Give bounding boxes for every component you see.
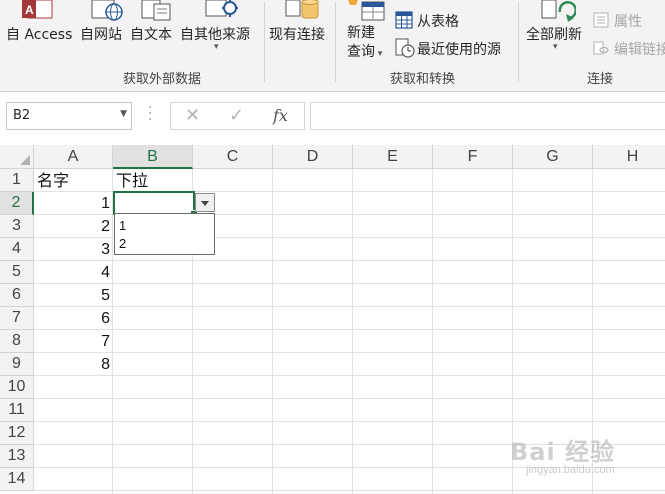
- link-icon: [593, 40, 609, 60]
- column-header-f[interactable]: F: [433, 145, 513, 169]
- baidu-watermark: Bai 经验 jingyan.baidu.com: [506, 420, 656, 490]
- column-header-b[interactable]: B: [113, 145, 193, 169]
- cell-a5[interactable]: 4: [34, 261, 113, 284]
- globe-icon: [90, 0, 126, 26]
- select-all-button[interactable]: [0, 145, 34, 169]
- ribbon-separator: [335, 2, 336, 82]
- ribbon-separator: [264, 2, 265, 82]
- dropdown-arrow-icon[interactable]: [195, 193, 215, 212]
- active-cell[interactable]: [113, 191, 198, 218]
- chevron-down-icon: ▾: [214, 42, 219, 52]
- row-header-1[interactable]: 1: [0, 169, 34, 192]
- group-label-get-external-data: 获取外部数据: [123, 72, 202, 87]
- name-box[interactable]: B2 ▼: [6, 102, 132, 130]
- row-gridline: [34, 352, 665, 353]
- row-header-13[interactable]: 13: [0, 445, 34, 468]
- row-header-11[interactable]: 11: [0, 399, 34, 422]
- row-header-9[interactable]: 9: [0, 353, 34, 376]
- edit-links-button[interactable]: 编辑链接: [614, 39, 665, 59]
- column-gridline: [272, 169, 273, 494]
- column-header-h[interactable]: H: [593, 145, 665, 169]
- properties-button[interactable]: 属性: [614, 11, 642, 31]
- cell-a3[interactable]: 2: [34, 215, 113, 238]
- cell-a4[interactable]: 3: [34, 238, 113, 261]
- cell-a8[interactable]: 7: [34, 330, 113, 353]
- existing-connections-button[interactable]: 现有连接: [269, 24, 325, 44]
- insert-function-button[interactable]: fx: [273, 106, 288, 125]
- from-web-button[interactable]: 自网站: [80, 24, 122, 44]
- formula-bar: B2 ▼ · · · ✕ ✓ fx: [0, 92, 665, 145]
- row-gridline: [34, 490, 665, 491]
- new-query-icon: [346, 0, 388, 26]
- column-header-e[interactable]: E: [353, 145, 433, 169]
- chevron-down-icon: ▾: [553, 42, 558, 52]
- from-access-button[interactable]: 自 Access: [6, 24, 72, 44]
- recent-sources-button[interactable]: 最近使用的源: [417, 39, 501, 59]
- cell-a9[interactable]: 8: [34, 353, 113, 376]
- cancel-icon[interactable]: ✕: [185, 105, 200, 126]
- from-other-sources-button[interactable]: 自其他来源: [180, 24, 250, 44]
- ribbon: A 自 Access 自网站 自文本 自其他来源 ▾ 现有连接 新建 查询 ▾ …: [0, 0, 665, 92]
- database-icon: [284, 0, 324, 26]
- row-gridline: [34, 283, 665, 284]
- name-box-value: B2: [13, 108, 31, 123]
- row-header-8[interactable]: 8: [0, 330, 34, 353]
- recent-sources-icon: [395, 38, 415, 62]
- formula-buttons: ✕ ✓ fx: [170, 102, 305, 130]
- refresh-icon: [540, 0, 577, 26]
- row-header-10[interactable]: 10: [0, 376, 34, 399]
- row-header-4[interactable]: 4: [0, 238, 34, 261]
- column-header-d[interactable]: D: [273, 145, 353, 169]
- column-header-a[interactable]: A: [34, 145, 113, 169]
- row-gridline: [34, 306, 665, 307]
- column-header-c[interactable]: C: [193, 145, 273, 169]
- row-header-2[interactable]: 2: [0, 192, 34, 215]
- from-text-button[interactable]: 自文本: [130, 24, 172, 44]
- row-gridline: [34, 329, 665, 330]
- column-gridline: [352, 169, 353, 494]
- cell-a7[interactable]: 6: [34, 307, 113, 330]
- new-query-label-2: 查询 ▾: [347, 44, 383, 60]
- row-header-5[interactable]: 5: [0, 261, 34, 284]
- row-header-12[interactable]: 12: [0, 422, 34, 445]
- cell-a2[interactable]: 1: [34, 192, 113, 215]
- group-label-get-transform: 获取和转换: [390, 72, 456, 87]
- chevron-down-icon[interactable]: ▼: [120, 109, 127, 119]
- column-gridline: [432, 169, 433, 494]
- column-header-g[interactable]: G: [513, 145, 593, 169]
- row-header-6[interactable]: 6: [0, 284, 34, 307]
- ribbon-separator: [518, 2, 519, 82]
- dropdown-option[interactable]: 2: [119, 236, 126, 251]
- row-gridline: [34, 375, 665, 376]
- enter-icon[interactable]: ✓: [229, 105, 244, 126]
- cell-a1[interactable]: 名字: [37, 169, 113, 192]
- row-header-14[interactable]: 14: [0, 468, 34, 491]
- access-icon: A: [22, 0, 56, 24]
- svg-text:A: A: [25, 3, 34, 17]
- chevron-down-icon: ▾: [375, 49, 383, 59]
- properties-icon: [593, 12, 609, 32]
- new-query-button[interactable]: 新建 查询 ▾: [347, 24, 382, 64]
- table-icon: [395, 11, 413, 33]
- from-table-button[interactable]: 从表格: [417, 11, 459, 31]
- drag-handle-icon[interactable]: · · ·: [148, 101, 152, 127]
- row-header-3[interactable]: 3: [0, 215, 34, 238]
- group-label-connections: 连接: [587, 72, 614, 87]
- dropdown-option[interactable]: 1: [119, 218, 126, 233]
- row-gridline: [34, 398, 665, 399]
- formula-input[interactable]: [310, 102, 665, 130]
- refresh-all-button[interactable]: 全部刷新: [526, 24, 582, 44]
- row-gridline: [34, 260, 665, 261]
- new-query-label-1: 新建: [347, 25, 375, 41]
- text-file-icon: [140, 0, 174, 26]
- dropdown-list: 1 2: [114, 213, 215, 255]
- other-sources-icon: [204, 0, 244, 26]
- watermark-url: jingyan.baidu.com: [526, 464, 615, 476]
- cell-b1[interactable]: 下拉: [116, 169, 193, 192]
- cell-a6[interactable]: 5: [34, 284, 113, 307]
- row-header-7[interactable]: 7: [0, 307, 34, 330]
- watermark-text: Bai 经验: [510, 438, 616, 466]
